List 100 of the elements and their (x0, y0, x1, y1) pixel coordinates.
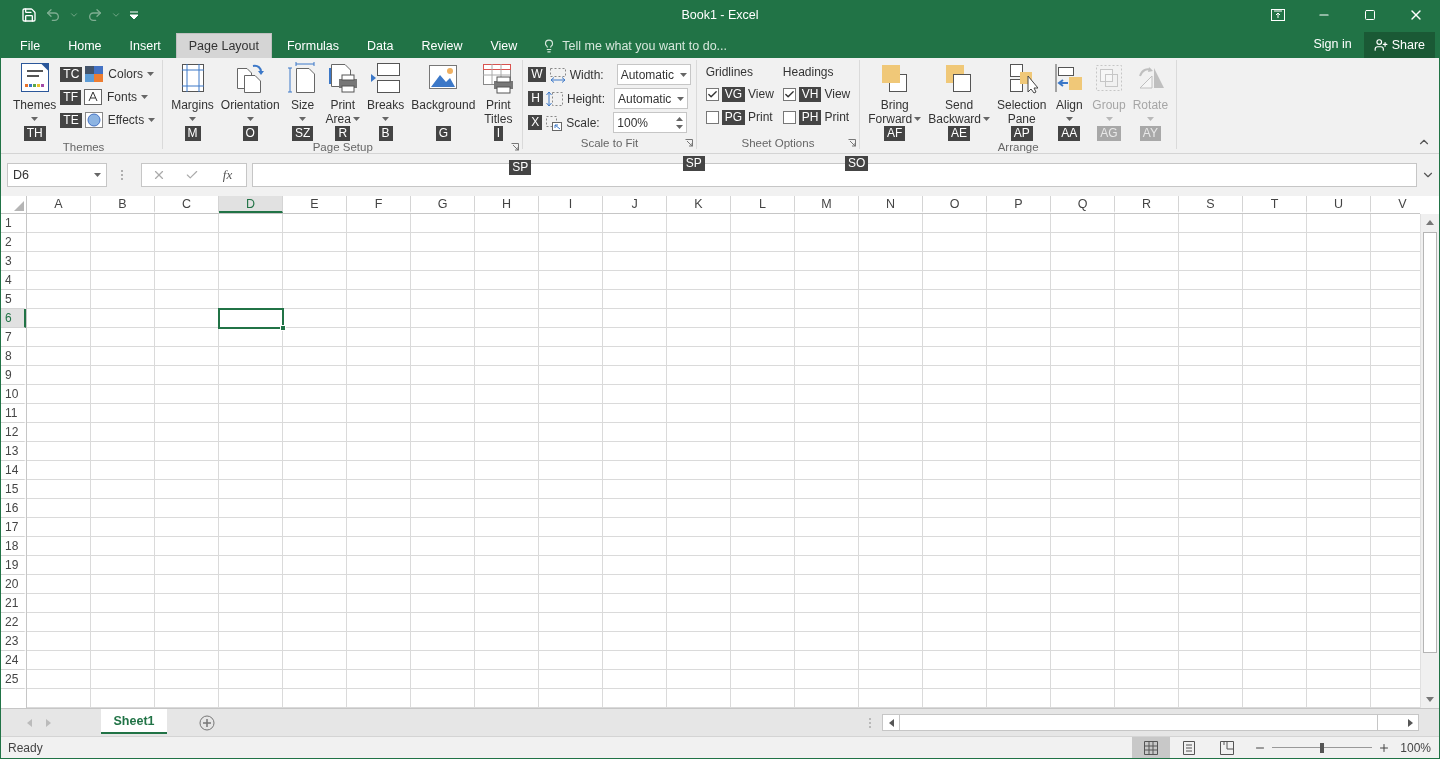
ribbon-button[interactable]: Background (408, 60, 479, 126)
dialog-launcher-icon[interactable] (848, 139, 857, 147)
keytip: TF (60, 89, 82, 105)
ribbon-button[interactable]: Fonts (105, 87, 151, 107)
caret-icon (679, 72, 687, 77)
scroll-thumb[interactable] (899, 715, 1378, 730)
keytip: TC (60, 66, 83, 82)
ribbon-tab[interactable]: Page Layout (175, 33, 272, 58)
ribbon-tab[interactable]: View (477, 33, 531, 58)
field-label: Height: (567, 91, 607, 106)
font-box-icon (84, 89, 103, 105)
save-icon[interactable] (21, 7, 37, 23)
window-title: Book1 - Excel (681, 8, 759, 22)
option-heading: Gridlines (705, 64, 754, 81)
pages-rotate-icon (234, 62, 267, 94)
checkbox[interactable] (782, 110, 796, 124)
checkbox-label: View (748, 87, 774, 101)
splitter-dots-icon (868, 716, 872, 729)
undo-icon[interactable] (45, 7, 61, 23)
ribbon-button[interactable]: Send Backward (925, 60, 993, 126)
ribbon-tab[interactable]: Data (354, 33, 407, 58)
ribbon-tab[interactable]: Formulas (273, 33, 353, 58)
keytip: AA (1058, 126, 1081, 141)
ribbon-button[interactable]: Selection Pane (993, 60, 1050, 126)
keytip: X (528, 115, 543, 130)
keytip: AF (884, 126, 906, 141)
zoom-thumb[interactable] (1320, 742, 1325, 753)
selected-cell-border (218, 308, 284, 329)
ribbon-button[interactable]: Effects (105, 110, 158, 130)
keytip: VG (721, 86, 745, 102)
keytip: H (528, 91, 543, 106)
group-label: Arrange (997, 141, 1039, 153)
row-header[interactable]: 6 (1, 309, 26, 328)
width-arrows-icon (548, 66, 567, 83)
ribbon-button[interactable]: Bring Forward (865, 60, 925, 126)
caret-icon (94, 173, 101, 177)
checkbox[interactable] (705, 110, 719, 124)
checkbox[interactable] (782, 87, 796, 101)
enter-icon[interactable] (185, 168, 200, 182)
redo-icon[interactable] (87, 7, 103, 23)
ribbon-tab[interactable]: Home (55, 33, 115, 58)
group-label: Page Setup (312, 141, 373, 153)
ribbon-display-icon[interactable] (1271, 9, 1285, 21)
caret-icon (677, 96, 684, 101)
spinner-field[interactable]: 100% (613, 112, 688, 133)
scroll-thumb[interactable] (1423, 232, 1437, 654)
keytip: PH (798, 109, 822, 125)
view-button[interactable] (1132, 737, 1171, 758)
cell-grid[interactable] (27, 214, 1420, 708)
keytip: W (528, 67, 546, 82)
keytip: AG (1097, 126, 1121, 141)
sign-in-link[interactable]: Sign in (1301, 37, 1364, 58)
page-printer-icon (326, 62, 359, 94)
share-button[interactable]: Share (1363, 32, 1435, 58)
fill-handle[interactable] (280, 325, 286, 331)
column-header[interactable]: D (219, 196, 283, 213)
select-all-icon[interactable] (14, 201, 24, 211)
sheet-tab[interactable]: Sheet1 (101, 709, 167, 734)
checkbox[interactable] (705, 87, 719, 101)
ribbon-button[interactable]: Breaks (363, 60, 408, 126)
ribbon-button[interactable]: Margins (168, 60, 217, 126)
dialog-launcher-icon[interactable] (684, 139, 693, 147)
name-box[interactable]: D6 (7, 163, 107, 187)
ribbon-button[interactable]: Themes (10, 60, 60, 126)
keytip: VH (798, 86, 822, 102)
tell-me-field[interactable]: Tell me what you want to do... (560, 37, 771, 54)
keytip: G (435, 126, 451, 141)
ribbon-button[interactable]: Size (283, 60, 322, 126)
group-shapes-icon (1093, 62, 1125, 94)
dialog-launcher-icon[interactable] (511, 143, 520, 151)
caret-icon (147, 72, 155, 76)
caret-icon (148, 118, 156, 122)
height-arrows-icon (546, 90, 564, 107)
maximize-icon[interactable] (1364, 9, 1376, 21)
ribbon-button[interactable]: Orientation (217, 60, 283, 126)
ribbon-button[interactable]: Colors (106, 64, 157, 84)
field-label: Width: (569, 67, 605, 82)
group-label: Sheet Options (741, 137, 815, 149)
ribbon-tab[interactable]: Insert (116, 33, 174, 58)
dropdown-field[interactable]: Automatic (614, 88, 688, 109)
keytip: M (184, 126, 201, 141)
keytip: R (335, 126, 351, 141)
ribbon-button[interactable]: Align (1050, 60, 1089, 126)
customize-toolbar-icon[interactable] (129, 10, 139, 20)
keytip: TE (60, 112, 82, 128)
ribbon-button[interactable]: Print Area (322, 60, 363, 126)
ribbon-tab[interactable]: Review (408, 33, 476, 58)
checkbox-label: View (824, 87, 851, 101)
check-icon (783, 88, 795, 100)
dropdown-field[interactable]: Automatic (616, 64, 691, 85)
ribbon-tab[interactable]: File (7, 33, 54, 58)
keytip: PG (721, 109, 745, 125)
page-break-preview-icon (1220, 740, 1235, 755)
page-layout-icon (1182, 740, 1197, 755)
checkbox-label: Print (748, 110, 773, 124)
up-arrow-icon (1426, 220, 1434, 225)
person-add-icon (1373, 38, 1388, 52)
insert-function-button[interactable]: fx (218, 167, 237, 183)
zoom-in-icon[interactable] (1378, 741, 1391, 754)
ribbon-button[interactable]: Print Titles (479, 60, 518, 126)
